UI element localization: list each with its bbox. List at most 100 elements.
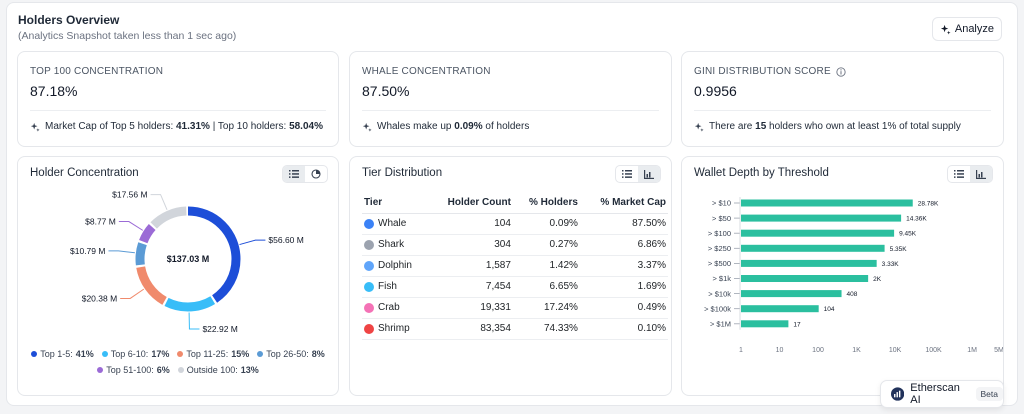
bar-category-label: > $250 [708, 244, 731, 253]
divider [362, 110, 659, 111]
x-tick-label: 5M [994, 347, 1003, 354]
snapshot-subtitle: (Analytics Snapshot taken less than 1 se… [18, 30, 237, 42]
legend-item[interactable]: Top 6-10: 17% [101, 349, 169, 359]
x-tick-label: 10K [889, 347, 902, 354]
x-tick-label: 1K [852, 347, 861, 354]
divider [694, 110, 991, 111]
depth-bar[interactable] [741, 214, 902, 222]
depth-bar[interactable] [741, 305, 819, 313]
pct-holders-cell: 0.09% [512, 213, 580, 235]
foot-text: Market Cap of Top 5 holders: [45, 121, 176, 132]
stat-label-row: GINI DISTRIBUTION SCORE [694, 66, 846, 77]
legend-item[interactable]: Top 1-5: 41% [31, 349, 94, 359]
depth-bar[interactable] [741, 199, 913, 207]
slice-leader-line [150, 194, 168, 210]
legend-swatch [97, 367, 104, 373]
list-view-button[interactable] [283, 166, 305, 182]
donut-legend-row-2: Top 51-100: 6% Outside 100: 13% [18, 365, 338, 375]
list-view-button[interactable] [616, 166, 638, 182]
legend-swatch [177, 367, 184, 373]
pct-market-cap-cell: 0.49% [579, 297, 668, 319]
legend-swatch [177, 351, 184, 357]
bar-value-label: 104 [824, 306, 835, 313]
wallet-depth-bar-chart: > $10 28.78K > $50 14.36K > $100 9.45K > $250 5… [704, 197, 1003, 354]
holders-overview-panel: Holders Overview (Analytics Snapshot tak… [6, 2, 1018, 408]
legend-swatch [31, 351, 38, 357]
stat-label: WHALE CONCENTRATION [362, 66, 491, 77]
stat-label: TOP 100 CONCENTRATION [30, 66, 164, 77]
analyze-label: Analyze [954, 23, 994, 35]
tier-table: Tier Holder Count % Holders % Market Cap… [362, 193, 668, 340]
stat-value: 87.50% [362, 83, 410, 99]
holder-donut-chart: $56.60 M $22.92 M $20.38 M $10.79 M $8.77 M $… [70, 190, 304, 334]
divider [30, 110, 326, 111]
depth-bar[interactable] [741, 259, 877, 267]
depth-bar[interactable] [741, 229, 895, 237]
legend-item[interactable]: Outside 100: 13% [177, 365, 259, 375]
legend-label: Top 11-25: [186, 349, 229, 359]
legend-value: 41% [75, 349, 94, 359]
view-toggle [615, 165, 661, 183]
donut-legend-row-1: Top 1-5: 41% Top 6-10: 17% Top 11-25: 15% Top … [18, 349, 338, 359]
table-row: Crab 19,331 17.24% 0.49% [362, 297, 668, 319]
legend-value: 6% [156, 365, 170, 375]
holder-count-cell: 104 [427, 213, 513, 235]
wallet-depth-card: Wallet Depth by Threshold > $10 28.78K > $… [681, 156, 1004, 396]
slice-value-label: $56.60 M [268, 235, 303, 245]
holder-count-cell: 304 [427, 234, 513, 256]
depth-bar[interactable] [741, 244, 885, 252]
depth-bar[interactable] [741, 290, 842, 298]
stat-value: 0.9956 [694, 83, 737, 99]
bar-category-label: > $1M [710, 320, 731, 329]
slice-value-label: $20.38 M [82, 293, 117, 303]
tier-name: Dolphin [378, 260, 412, 271]
table-row: Whale 104 0.09% 87.50% [362, 213, 668, 235]
x-tick-label: 1 [739, 347, 743, 354]
sparkle-icon [940, 24, 951, 35]
info-icon[interactable] [836, 66, 846, 77]
foot-value: 0.09% [454, 121, 483, 132]
pie-view-button[interactable] [305, 166, 327, 182]
x-tick-label: 10 [776, 347, 784, 354]
slice-value-label: $10.79 M [70, 246, 105, 256]
analyze-button[interactable]: Analyze [931, 17, 1002, 41]
bar-chart-icon [976, 169, 986, 179]
foot-text: of holders [482, 121, 530, 132]
tier-cell: Shark [362, 234, 428, 256]
card-title: Tier Distribution [362, 167, 443, 179]
legend-value: 13% [240, 365, 259, 375]
slice-leader-line [120, 288, 145, 299]
list-view-button[interactable] [948, 166, 970, 182]
tier-name: Fish [378, 281, 397, 292]
tier-cell: Crab [362, 297, 428, 319]
foot-text: Whales make up [377, 121, 455, 132]
holder-count-cell: 1,587 [427, 255, 513, 277]
fish-icon [364, 281, 374, 292]
legend-label: Top 26-50: [266, 349, 309, 359]
shrimp-icon [364, 323, 374, 334]
bar-view-button[interactable] [970, 166, 992, 182]
column-header: % Holders [512, 193, 580, 214]
bar-chart-icon [644, 169, 654, 179]
pct-market-cap-cell: 0.10% [579, 318, 668, 340]
list-icon [622, 170, 632, 178]
whale-concentration-card: WHALE CONCENTRATION 87.50% Whales make u… [349, 51, 672, 147]
etherscan-ai-button[interactable]: Etherscan AI Beta [880, 380, 1004, 408]
stat-footnote: There are 15 holders who own at least 1%… [694, 121, 961, 132]
bar-category-label: > $50 [712, 214, 731, 223]
depth-bar[interactable] [741, 320, 789, 328]
pct-holders-cell: 17.24% [512, 297, 580, 319]
legend-label: Top 51-100: [106, 365, 154, 375]
legend-item[interactable]: Top 11-25: 15% [177, 349, 249, 359]
view-toggle [282, 165, 328, 183]
sparkle-icon [694, 122, 704, 132]
legend-item[interactable]: Top 51-100: 6% [97, 365, 170, 375]
stat-value: 87.18% [30, 83, 78, 99]
legend-value: 15% [231, 349, 250, 359]
legend-swatch [101, 351, 108, 357]
pct-holders-cell: 74.33% [512, 318, 580, 340]
bar-view-button[interactable] [638, 166, 660, 182]
depth-bar[interactable] [741, 275, 869, 282]
bar-value-label: 2K [873, 276, 882, 283]
legend-item[interactable]: Top 26-50: 8% [257, 349, 325, 359]
